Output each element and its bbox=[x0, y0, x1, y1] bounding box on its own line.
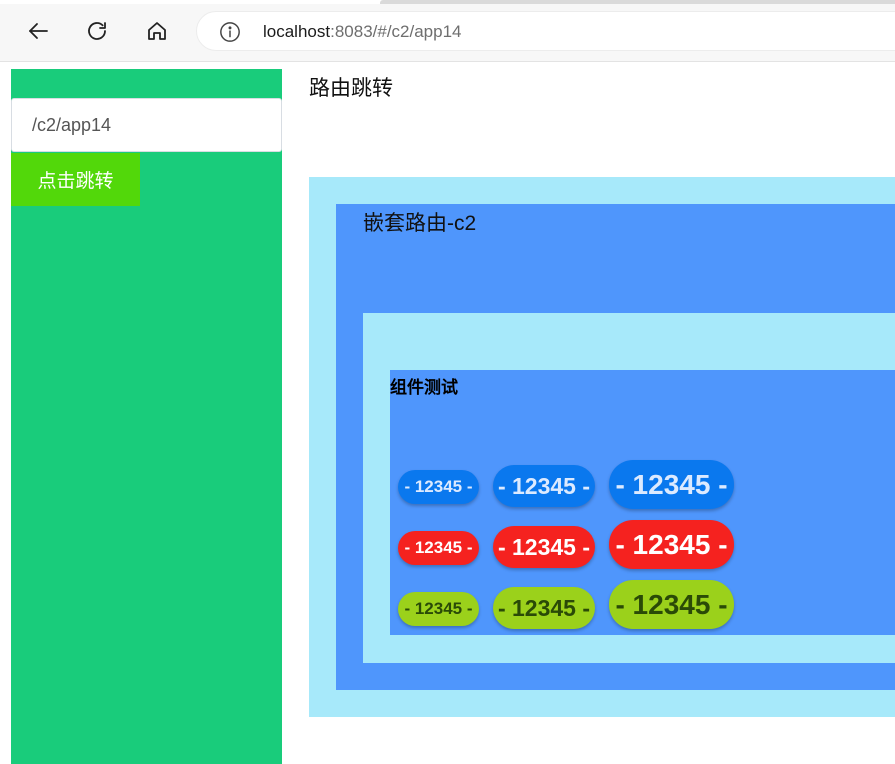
reload-icon[interactable] bbox=[81, 15, 113, 47]
jump-button[interactable]: 点击跳转 bbox=[11, 153, 140, 206]
nested-route-title: 嵌套路由-c2 bbox=[363, 212, 477, 235]
url-path: :8083/#/c2/app14 bbox=[330, 22, 462, 41]
badge-green-small[interactable]: - 12345 - bbox=[398, 592, 479, 626]
component-test-title: 组件测试 bbox=[390, 378, 458, 397]
badge-blue-medium[interactable]: - 12345 - bbox=[493, 465, 595, 507]
info-icon[interactable] bbox=[219, 21, 241, 43]
badge-green-medium[interactable]: - 12345 - bbox=[493, 587, 595, 629]
page-title: 路由跳转 bbox=[309, 77, 393, 100]
badge-green-large[interactable]: - 12345 - bbox=[609, 580, 734, 629]
badge-blue-large[interactable]: - 12345 - bbox=[609, 460, 734, 509]
url-host: localhost bbox=[263, 22, 331, 41]
badge-red-medium[interactable]: - 12345 - bbox=[493, 526, 595, 568]
address-bar[interactable]: localhost:8083/#/c2/app14 bbox=[196, 11, 895, 51]
tab-strip bbox=[0, 0, 895, 4]
home-icon[interactable] bbox=[141, 15, 173, 47]
badge-blue-small[interactable]: - 12345 - bbox=[398, 470, 479, 504]
url-text[interactable]: localhost:8083/#/c2/app14 bbox=[263, 22, 462, 42]
badge-red-large[interactable]: - 12345 - bbox=[609, 520, 734, 569]
badge-red-small[interactable]: - 12345 - bbox=[398, 531, 479, 565]
route-input[interactable] bbox=[11, 98, 282, 152]
browser-toolbar: localhost:8083/#/c2/app14 bbox=[0, 0, 895, 62]
back-arrow-icon[interactable] bbox=[22, 15, 54, 47]
